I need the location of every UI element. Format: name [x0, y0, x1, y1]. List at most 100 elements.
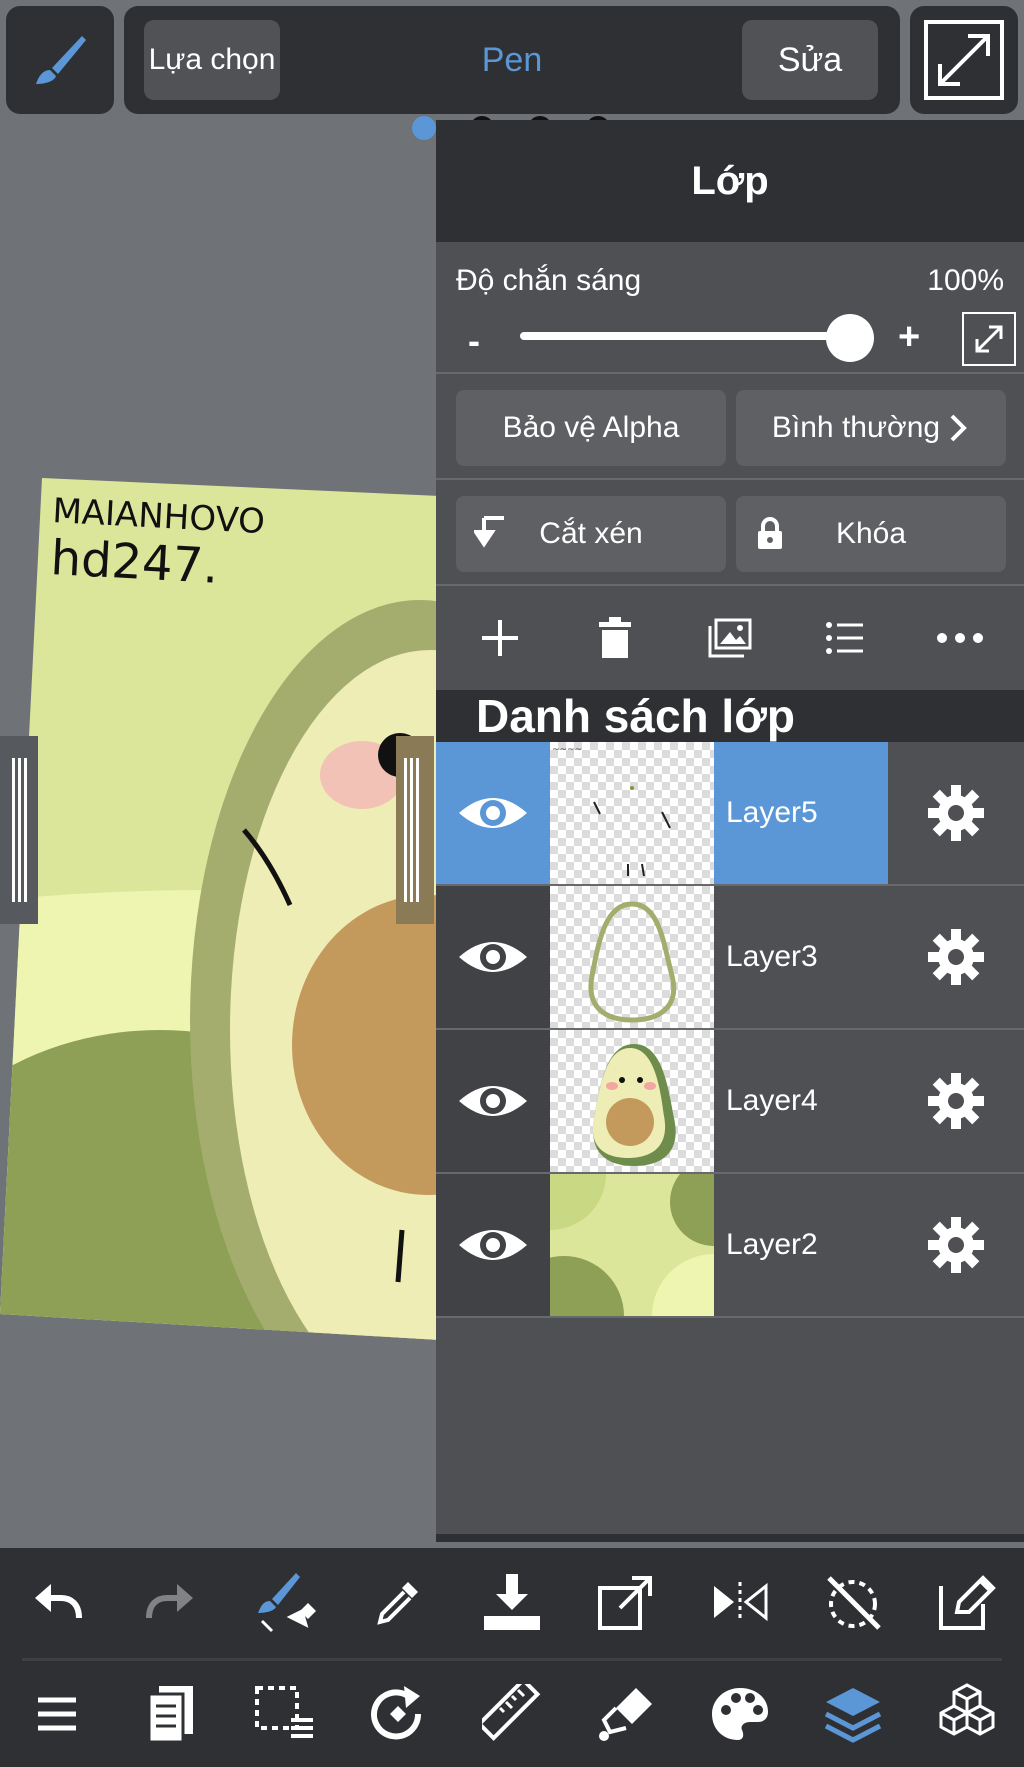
- flip-button[interactable]: [695, 1557, 785, 1647]
- blend-mode-button[interactable]: Bình thường: [736, 390, 1006, 466]
- layers-button[interactable]: [808, 1669, 898, 1759]
- flip-icon: [713, 1582, 767, 1622]
- edit-button[interactable]: Sửa: [742, 20, 878, 100]
- selection-icon: [254, 1686, 313, 1738]
- tool-header: Pen Lựa chọn Sửa: [124, 6, 900, 114]
- lock-button[interactable]: Khóa: [736, 496, 1006, 572]
- pages-icon: [147, 1686, 193, 1744]
- menu-button[interactable]: [12, 1669, 102, 1759]
- layer-name: Layer5: [714, 742, 888, 884]
- layer-settings-button[interactable]: [888, 1030, 1024, 1172]
- layer-row[interactable]: ~~~~ Layer5: [436, 742, 1024, 886]
- layer-clip-lock-row: Cắt xén Khóa: [436, 480, 1024, 586]
- snap-button[interactable]: [353, 1669, 443, 1759]
- undo-icon: [35, 1584, 82, 1619]
- toolbar-row-2: [0, 1662, 1024, 1766]
- opacity-section: Độ chắn sáng 100% - +: [436, 242, 1024, 374]
- save-download-button[interactable]: [467, 1557, 557, 1647]
- eyedropper-button[interactable]: [353, 1557, 443, 1647]
- more-options-button[interactable]: [915, 593, 1005, 683]
- opacity-expand-button[interactable]: [962, 312, 1016, 366]
- layer-row[interactable]: Layer2: [436, 1174, 1024, 1318]
- brush-icon: [36, 36, 86, 84]
- lock-label: Khóa: [835, 517, 907, 550]
- layer-thumbnail: ~~~~: [550, 742, 714, 884]
- blend-mode-label: Bình thường: [771, 411, 941, 444]
- selection-tool-button[interactable]: [240, 1669, 330, 1759]
- chevron-right-icon: [950, 414, 967, 442]
- gear-icon: [928, 929, 984, 985]
- layer-options-row: Bảo vệ Alpha Bình thường: [436, 374, 1024, 480]
- redo-button[interactable]: [126, 1557, 216, 1647]
- transform-button[interactable]: [581, 1557, 671, 1647]
- clipping-button[interactable]: Cắt xén: [456, 496, 726, 572]
- brush-tool-button[interactable]: [6, 6, 114, 114]
- clipping-label: Cắt xén: [539, 517, 643, 550]
- gear-icon: [928, 1073, 984, 1129]
- opacity-slider-handle[interactable]: [826, 314, 874, 362]
- layer-settings-button[interactable]: [888, 886, 1024, 1028]
- import-image-button[interactable]: [685, 593, 775, 683]
- canvas-right-handle[interactable]: [396, 736, 434, 924]
- drawing-canvas[interactable]: MAIANHOVO hd247.: [0, 118, 440, 1548]
- brush-switch-button[interactable]: [240, 1557, 330, 1647]
- opacity-label: Độ chắn sáng: [456, 264, 642, 297]
- svg-text:~~~~: ~~~~: [552, 745, 582, 755]
- ruler-icon: [482, 1684, 541, 1741]
- fill-button[interactable]: [581, 1669, 671, 1759]
- add-icon: [481, 620, 518, 656]
- gear-icon: [928, 785, 984, 841]
- palette-icon: [711, 1688, 768, 1740]
- artwork: MAIANHOVO hd247.: [0, 478, 440, 1340]
- eyedropper-icon: [377, 1582, 419, 1625]
- layer-list-button[interactable]: [800, 593, 890, 683]
- layer-list-title: Danh sách lớp: [436, 690, 1024, 742]
- palette-button[interactable]: [695, 1669, 785, 1759]
- visibility-toggle[interactable]: [436, 1174, 550, 1316]
- pages-button[interactable]: [126, 1669, 216, 1759]
- opacity-decrease-button[interactable]: -: [468, 320, 480, 362]
- more-icon: [937, 633, 984, 643]
- brush-rotate-icon: [257, 1573, 316, 1633]
- layer-row[interactable]: Layer3: [436, 886, 1024, 1030]
- visibility-toggle[interactable]: [436, 886, 550, 1028]
- image-import-icon: [708, 618, 752, 658]
- layer-settings-button[interactable]: [888, 742, 1024, 884]
- undo-button[interactable]: [12, 1557, 102, 1647]
- rotate-off-icon: [827, 1576, 882, 1630]
- lock-icon: [758, 517, 782, 549]
- layer-panel-title: Lớp: [436, 120, 1024, 242]
- opacity-increase-button[interactable]: +: [898, 316, 920, 359]
- eye-icon: [459, 942, 527, 972]
- delete-layer-button[interactable]: [570, 593, 660, 683]
- edit-icon: [939, 1575, 996, 1630]
- layer-panel: Lớp Độ chắn sáng 100% - + Bảo vệ Alpha B…: [436, 120, 1024, 1542]
- ruler-button[interactable]: [467, 1669, 557, 1759]
- layer-thumbnail: [550, 1030, 714, 1172]
- toolbar-row-1: [0, 1550, 1024, 1654]
- gear-icon: [928, 1217, 984, 1273]
- visibility-toggle[interactable]: [436, 1030, 550, 1172]
- edit-settings-button[interactable]: [922, 1557, 1012, 1647]
- bottom-toolbar: [0, 1548, 1024, 1767]
- canvas-left-handle[interactable]: [0, 736, 38, 924]
- layer-settings-button[interactable]: [888, 1174, 1024, 1316]
- fullscreen-icon: [924, 20, 1004, 100]
- fullscreen-button[interactable]: [910, 6, 1018, 114]
- rotate-lock-button[interactable]: [808, 1557, 898, 1647]
- clipping-icon: [474, 516, 504, 548]
- layer-row[interactable]: Layer4: [436, 1030, 1024, 1174]
- snap-icon: [371, 1686, 422, 1740]
- opacity-slider-track[interactable]: [520, 332, 850, 340]
- eye-icon: [459, 798, 527, 828]
- materials-button[interactable]: [922, 1669, 1012, 1759]
- toolbar-separator: [22, 1658, 1002, 1661]
- add-layer-button[interactable]: [455, 593, 545, 683]
- selection-button[interactable]: Lựa chọn: [144, 20, 280, 100]
- layer-name: Layer4: [726, 1084, 818, 1117]
- visibility-toggle[interactable]: [436, 742, 550, 884]
- redo-icon: [145, 1584, 193, 1619]
- alpha-protect-button[interactable]: Bảo vệ Alpha: [456, 390, 726, 466]
- opacity-value: 100%: [927, 264, 1004, 297]
- layer-list: ~~~~ Layer5 Layer3 Layer4 Layer2: [436, 742, 1024, 1318]
